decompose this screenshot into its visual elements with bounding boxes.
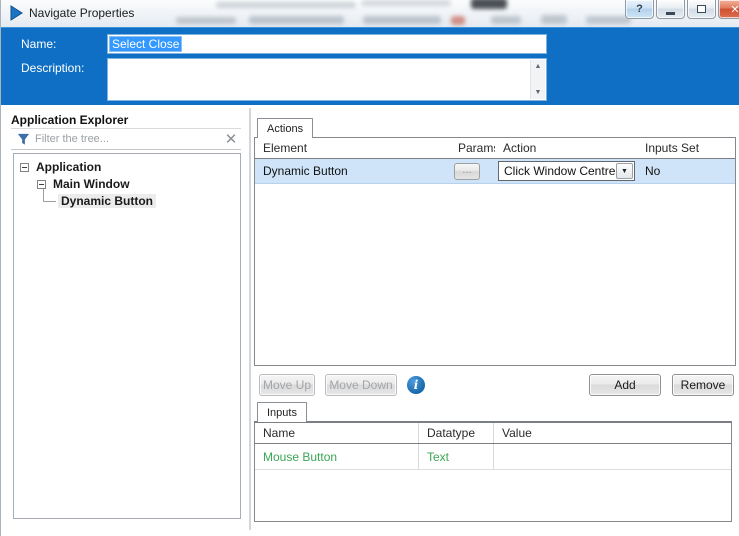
tree-item-label: Dynamic Button (58, 194, 156, 208)
properties-header: Name: Select Close Description: ▲ ▼ (1, 27, 739, 105)
move-down-button[interactable]: Move Down (325, 374, 397, 396)
scroll-up-icon[interactable]: ▲ (531, 60, 545, 73)
column-header-datatype[interactable]: Datatype (419, 423, 494, 443)
action-dropdown-value: Click Window Centre (499, 164, 616, 178)
actions-toolbar: Move Up Move Down i Add Remove (254, 373, 736, 396)
tab-inputs[interactable]: Inputs (257, 402, 307, 422)
tab-label: Actions (267, 123, 303, 135)
tree-item-label: Main Window (50, 177, 133, 191)
application-tree: Application Main Window Dynamic Button (13, 153, 241, 519)
input-name-cell: Mouse Button (255, 444, 419, 469)
description-scrollbar[interactable]: ▲ ▼ (530, 60, 545, 99)
background-blur (176, 17, 236, 24)
tab-actions[interactable]: Actions (257, 118, 313, 138)
tab-label: Inputs (267, 407, 297, 419)
maximize-button[interactable] (687, 0, 716, 19)
column-header-inputs-set[interactable]: Inputs Set (637, 138, 735, 158)
background-blur (471, 0, 507, 9)
actions-table-header: Element Params Action Inputs Set (255, 138, 735, 159)
actions-table: Element Params Action Inputs Set Dynamic… (254, 137, 736, 366)
tree-item-application[interactable]: Application (14, 159, 240, 175)
params-cell: ... (450, 163, 495, 180)
inputs-set-cell: No (637, 164, 735, 178)
table-row[interactable]: Dynamic Button ... Click Window Centre ▼… (255, 159, 735, 184)
column-header-name[interactable]: Name (255, 423, 419, 443)
params-ellipsis-button[interactable]: ... (454, 163, 480, 180)
panel-splitter[interactable] (249, 108, 251, 530)
navigate-properties-dialog: Navigate Properties ? ✕ Name: Select Clo… (0, 0, 739, 536)
add-button[interactable]: Add (589, 374, 661, 396)
background-blur (216, 2, 356, 8)
tree-item-dynamic-button[interactable]: Dynamic Button (14, 193, 240, 209)
column-header-value[interactable]: Value (494, 423, 729, 443)
background-blur (363, 16, 441, 24)
background-blur (361, 0, 451, 6)
maximize-icon (697, 5, 706, 13)
name-input-selected-text: Select Close (110, 37, 181, 51)
chevron-down-icon[interactable]: ▼ (616, 163, 633, 179)
filter-funnel-icon (11, 133, 30, 146)
element-cell: Dynamic Button (255, 164, 450, 178)
help-icon: ? (636, 3, 643, 15)
inputs-table: Name Datatype Value Mouse Button Text (254, 421, 732, 522)
column-header-element[interactable]: Element (255, 138, 450, 158)
window-title: Navigate Properties (29, 6, 134, 20)
explorer-title: Application Explorer (11, 113, 128, 127)
collapse-icon[interactable] (37, 180, 46, 189)
collapse-icon[interactable] (20, 163, 29, 172)
table-row[interactable]: Mouse Button Text (255, 444, 731, 470)
tree-item-label: Application (33, 160, 104, 174)
close-icon: ✕ (730, 3, 739, 16)
filter-input[interactable] (30, 133, 221, 145)
clear-filter-icon[interactable]: ✕ (221, 130, 241, 148)
move-up-button[interactable]: Move Up (259, 374, 315, 396)
inputs-table-header: Name Datatype Value (255, 423, 731, 444)
action-dropdown[interactable]: Click Window Centre ▼ (498, 161, 635, 181)
minimize-icon (666, 12, 675, 15)
app-play-icon (9, 5, 24, 26)
remove-button[interactable]: Remove (672, 374, 734, 396)
close-button[interactable]: ✕ (718, 0, 739, 19)
tree-filter: ✕ (11, 128, 241, 150)
input-value-cell[interactable] (494, 444, 729, 469)
actions-panel: Actions Element Params Action Inputs Set… (254, 105, 736, 536)
background-blur (451, 16, 465, 25)
background-blur (249, 16, 344, 24)
title-bar: Navigate Properties ? ✕ (1, 0, 739, 27)
background-blur (541, 15, 567, 24)
column-header-action[interactable]: Action (495, 138, 637, 158)
background-blur (491, 16, 521, 24)
tree-connector (43, 188, 56, 202)
info-icon: i (407, 376, 425, 394)
window-controls: ? ✕ (625, 0, 739, 19)
description-label: Description: (21, 61, 84, 75)
minimize-button[interactable] (656, 0, 685, 19)
application-explorer-panel: Application Explorer ✕ Application Main … (1, 105, 249, 536)
scroll-down-icon[interactable]: ▼ (531, 86, 545, 99)
name-label: Name: (21, 37, 56, 51)
help-button[interactable]: ? (625, 0, 654, 19)
name-input[interactable]: Select Close (107, 34, 547, 54)
action-cell: Click Window Centre ▼ (495, 161, 637, 181)
column-header-params[interactable]: Params (450, 138, 495, 158)
description-textarea[interactable]: ▲ ▼ (107, 58, 547, 101)
input-datatype-cell: Text (419, 444, 494, 469)
